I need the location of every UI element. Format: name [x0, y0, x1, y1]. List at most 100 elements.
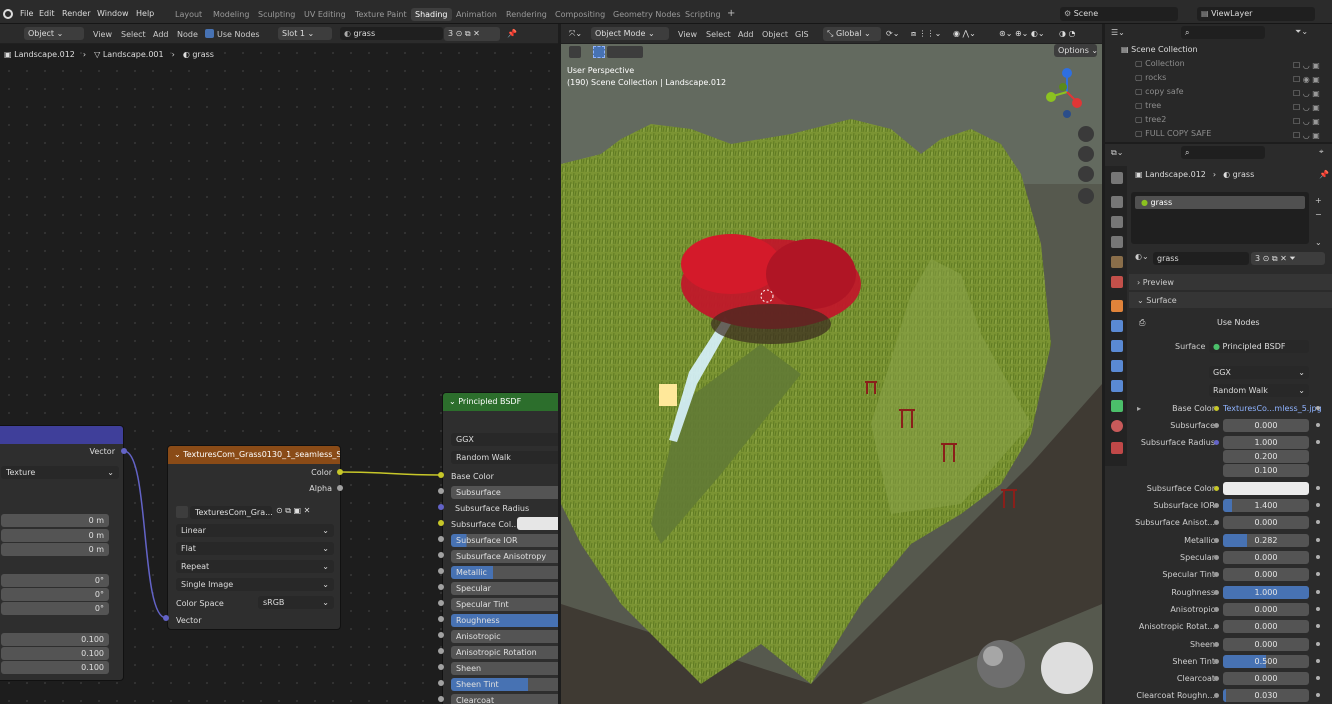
subsurface-ior-socket[interactable] [438, 536, 444, 542]
socket-icon[interactable] [1214, 520, 1219, 525]
rotation-y-field[interactable]: 0° [1, 588, 109, 601]
slot-list-buttons[interactable]: + − ⌄ [1315, 194, 1322, 250]
node-menu-select[interactable]: Select [121, 30, 146, 39]
menu-file[interactable]: File [20, 9, 33, 18]
physics-tab-icon[interactable] [1111, 360, 1123, 372]
outliner-search[interactable]: ⌕ [1181, 26, 1265, 39]
options-dropdown[interactable]: Options ⌄ [1054, 44, 1097, 57]
constraints-tab-icon[interactable] [1111, 380, 1123, 392]
keyframe-dot[interactable] [1316, 423, 1320, 427]
slot-dropdown[interactable]: Slot 1 ⌄ [278, 27, 332, 40]
rotation-x-field[interactable]: 0° [1, 574, 109, 587]
pivot-icon[interactable]: ⟳⌄ [886, 29, 899, 38]
location-y-field[interactable]: 0 m [1, 529, 109, 542]
material-name-field[interactable]: grass [1153, 252, 1249, 265]
keyframe-dot[interactable] [1316, 676, 1320, 680]
keyframe-dot[interactable] [1316, 520, 1320, 524]
use-nodes-icon[interactable]: ⎙ [1139, 318, 1145, 328]
image-texture-header[interactable]: ⌄ TexturesCom_Grass0130_1_seamless_S.j..… [168, 446, 340, 464]
object-type-dropdown[interactable]: Object ⌄ [24, 27, 84, 40]
bsdf-subsurface-ior[interactable]: Subsurface IOR [451, 534, 558, 547]
specular-tint-socket[interactable] [438, 600, 444, 606]
rotation-z-field[interactable]: 0° [1, 602, 109, 615]
material-selector[interactable]: ◐ grass [340, 27, 443, 40]
subsurface-color-socket[interactable] [438, 520, 444, 526]
menu-window[interactable]: Window [97, 9, 129, 18]
keyframe-dot[interactable] [1316, 572, 1320, 576]
property-value-field[interactable]: 0.000 [1223, 620, 1309, 633]
property-value-field[interactable]: 0.500 [1223, 655, 1309, 668]
socket-icon[interactable] [1214, 659, 1219, 664]
node-menu-node[interactable]: Node [177, 30, 198, 39]
property-value-field[interactable]: 1.000 [1223, 586, 1309, 599]
render-tab-icon[interactable] [1111, 196, 1123, 208]
transform-orientation-dropdown[interactable]: ⤡ Global ⌄ [823, 27, 881, 41]
select-mode-icons[interactable] [607, 46, 643, 58]
keyframe-dot[interactable] [1316, 486, 1320, 490]
outliner-item-full-copy-safe[interactable]: ▢ FULL COPY SAFE [1135, 129, 1211, 138]
socket-icon[interactable] [1214, 693, 1219, 698]
source-dropdown[interactable]: Single Image ⌄ [176, 578, 334, 591]
property-value-field[interactable]: 1.400 [1223, 499, 1309, 512]
bsdf-distribution[interactable]: GGX [451, 433, 558, 446]
mapping-type-dropdown[interactable]: Texture ⌄ [1, 466, 119, 479]
image-browse-icon[interactable] [176, 506, 188, 518]
add-workspace-icon[interactable]: + [727, 8, 735, 19]
object-mode-dropdown[interactable]: Object Mode ⌄ [591, 27, 669, 40]
sheen-socket[interactable] [438, 664, 444, 670]
bsdf-subsurface-anisotropy[interactable]: Subsurface Anisotropy [451, 550, 558, 563]
keyframe-dot[interactable] [1316, 693, 1320, 697]
scene-tab-icon[interactable] [1111, 256, 1123, 268]
expand-arrow-icon[interactable]: ▸ [1137, 404, 1141, 413]
color-space-dropdown[interactable]: sRGB ⌄ [258, 596, 334, 609]
location-z-field[interactable]: 0 m [1, 543, 109, 556]
outliner-visibility-toggles[interactable]: ☐ ◡ ▣ ☐ ◉ ▣ ☐ ◡ ▣ ☐ ◡ ▣ ☐ ◡ ▣ ☐ ◡ ▣ [1293, 59, 1320, 143]
zoom-icon[interactable] [1078, 126, 1094, 142]
image-name-field[interactable]: TexturesCom_Gra... [190, 506, 273, 519]
use-nodes-button[interactable]: Use Nodes [1217, 318, 1260, 327]
surface-shader-dropdown[interactable]: ● Principled BSDF [1209, 340, 1309, 353]
modifier-tab-icon[interactable] [1111, 320, 1123, 332]
keyframe-dot[interactable] [1316, 624, 1320, 628]
base-color-socket-icon[interactable] [1214, 406, 1219, 411]
material-users[interactable]: 3 ⊙ ⧉ ✕ [444, 27, 500, 41]
anisotropic-socket[interactable] [438, 632, 444, 638]
outliner-item-collection[interactable]: ▢ Collection [1135, 59, 1185, 68]
node-menu-view[interactable]: View [93, 30, 112, 39]
vector-input-socket[interactable] [163, 615, 169, 621]
mapping-node[interactable]: Vector Texture ⌄ 0 m 0 m 0 m 0° 0° 0° 0.1… [0, 425, 124, 681]
keyframe-dot[interactable] [1316, 590, 1320, 594]
property-value-field[interactable]: 0.000 [1223, 551, 1309, 564]
bsdf-clearcoat[interactable]: Clearcoat [451, 694, 558, 704]
base-color-keyframe[interactable] [1316, 406, 1320, 410]
tab-layout[interactable]: Layout [175, 10, 202, 19]
viewport-menu-select[interactable]: Select [706, 30, 731, 39]
property-value-field[interactable]: 0.100 [1223, 464, 1309, 477]
scale-x-field[interactable]: 0.100 [1, 633, 109, 646]
viewport-menu-view[interactable]: View [678, 30, 697, 39]
tab-modeling[interactable]: Modeling [213, 10, 249, 19]
camera-view-icon[interactable] [1078, 166, 1094, 182]
property-value-field[interactable]: 0.000 [1223, 419, 1309, 432]
base-color-texture-link[interactable]: TexturesCo...mless_5.jpg [1223, 404, 1322, 413]
menu-render[interactable]: Render [62, 9, 90, 18]
color-output-socket[interactable] [337, 469, 343, 475]
socket-icon[interactable] [1214, 486, 1219, 491]
scale-z-field[interactable]: 0.100 [1, 661, 109, 674]
scene-selector[interactable]: ⚙ Scene [1060, 7, 1178, 21]
bsdf-subsurface-color-swatch[interactable] [517, 517, 558, 530]
tab-animation[interactable]: Animation [456, 10, 497, 19]
viewport-menu-object[interactable]: Object [762, 30, 788, 39]
preview-panel-header[interactable]: › Preview [1129, 274, 1332, 290]
property-value-field[interactable]: 0.030 [1223, 689, 1309, 702]
socket-icon[interactable] [1214, 572, 1219, 577]
view-layer-selector[interactable]: ▤ ViewLayer [1197, 7, 1315, 21]
property-value-field[interactable] [1223, 482, 1309, 495]
socket-icon[interactable] [1214, 676, 1219, 681]
blender-logo-icon[interactable] [3, 9, 13, 19]
property-value-field[interactable]: 0.000 [1223, 568, 1309, 581]
snap-icon[interactable]: ⧈ ⋮⋮⌄ [911, 29, 941, 39]
extension-dropdown[interactable]: Repeat ⌄ [176, 560, 334, 573]
bsdf-subsurface-method[interactable]: Random Walk [451, 451, 558, 464]
tab-compositing[interactable]: Compositing [555, 10, 605, 19]
